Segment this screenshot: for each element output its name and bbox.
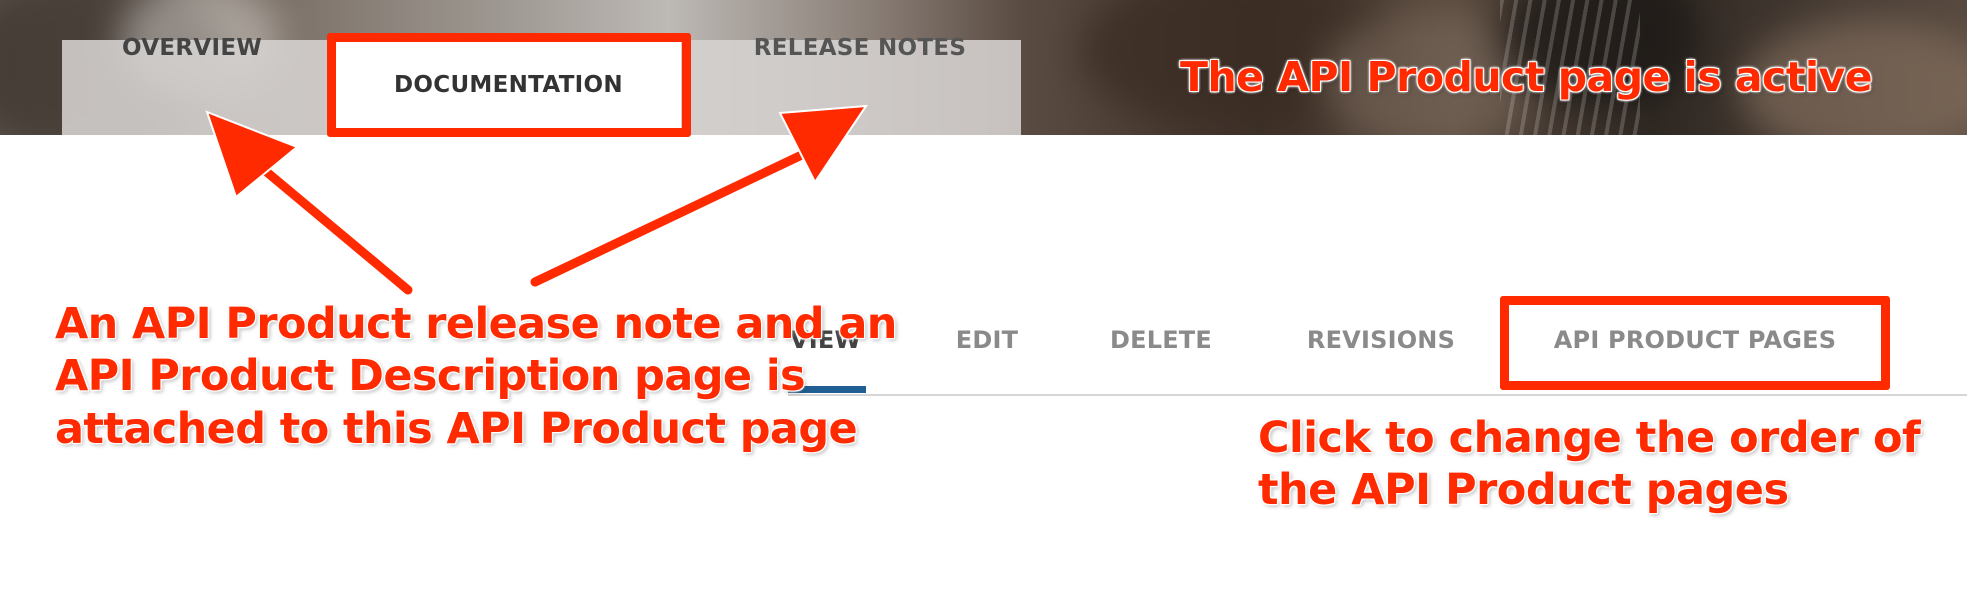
tab-release-notes[interactable]: RELEASE NOTES xyxy=(700,0,1020,95)
annotation-attached-pages: An API Product release note and an API P… xyxy=(55,299,897,454)
subtab-api-product-pages[interactable]: API PRODUCT PAGES xyxy=(1540,318,1850,362)
annotation-active-page: The API Product page is active xyxy=(1180,53,1873,101)
subtab-edit[interactable]: EDIT xyxy=(950,318,1024,362)
arrow-to-overview-icon xyxy=(205,110,415,297)
subtab-delete[interactable]: DELETE xyxy=(1105,318,1217,362)
secondary-tabs-divider xyxy=(788,394,1967,396)
tab-documentation[interactable]: DOCUMENTATION xyxy=(336,42,681,128)
tab-overview[interactable]: OVERVIEW xyxy=(62,0,322,95)
subtab-revisions[interactable]: REVISIONS xyxy=(1300,318,1462,362)
annotation-change-order: Click to change the order of the API Pro… xyxy=(1258,413,1921,516)
